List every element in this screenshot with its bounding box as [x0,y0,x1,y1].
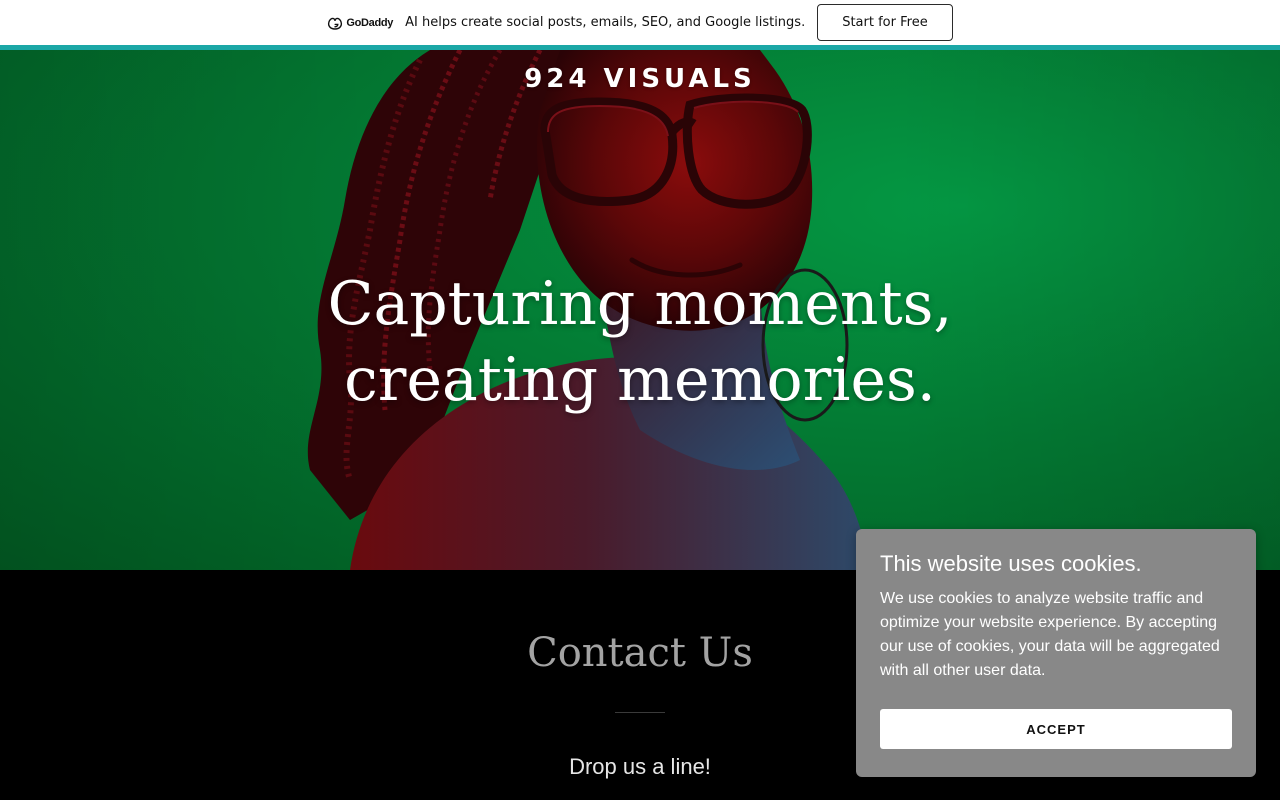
hero-tagline: Capturing moments, creating memories. [0,266,1280,418]
site-title[interactable]: 924 VISUALS [0,64,1280,94]
promo-message: AI helps create social posts, emails, SE… [405,15,806,30]
promo-bar: GoDaddy AI helps create social posts, em… [0,0,1280,50]
hero-section: 924 VISUALS Capturing moments, creating … [0,50,1280,570]
start-for-free-button[interactable]: Start for Free [817,4,953,41]
hero-tagline-line2: creating memories. [344,345,936,415]
hero-tagline-line1: Capturing moments, [327,269,953,339]
godaddy-wordmark: GoDaddy [346,16,394,29]
godaddy-logo[interactable]: GoDaddy [327,16,393,30]
cookie-body: We use cookies to analyze website traffi… [880,590,1220,679]
godaddy-icon [328,17,343,30]
contact-divider [615,712,665,713]
accept-cookies-button[interactable]: ACCEPT [880,709,1232,749]
cookie-title: This website uses cookies. [880,551,1142,576]
cookie-banner: This website uses cookies. We use cookie… [856,529,1256,777]
